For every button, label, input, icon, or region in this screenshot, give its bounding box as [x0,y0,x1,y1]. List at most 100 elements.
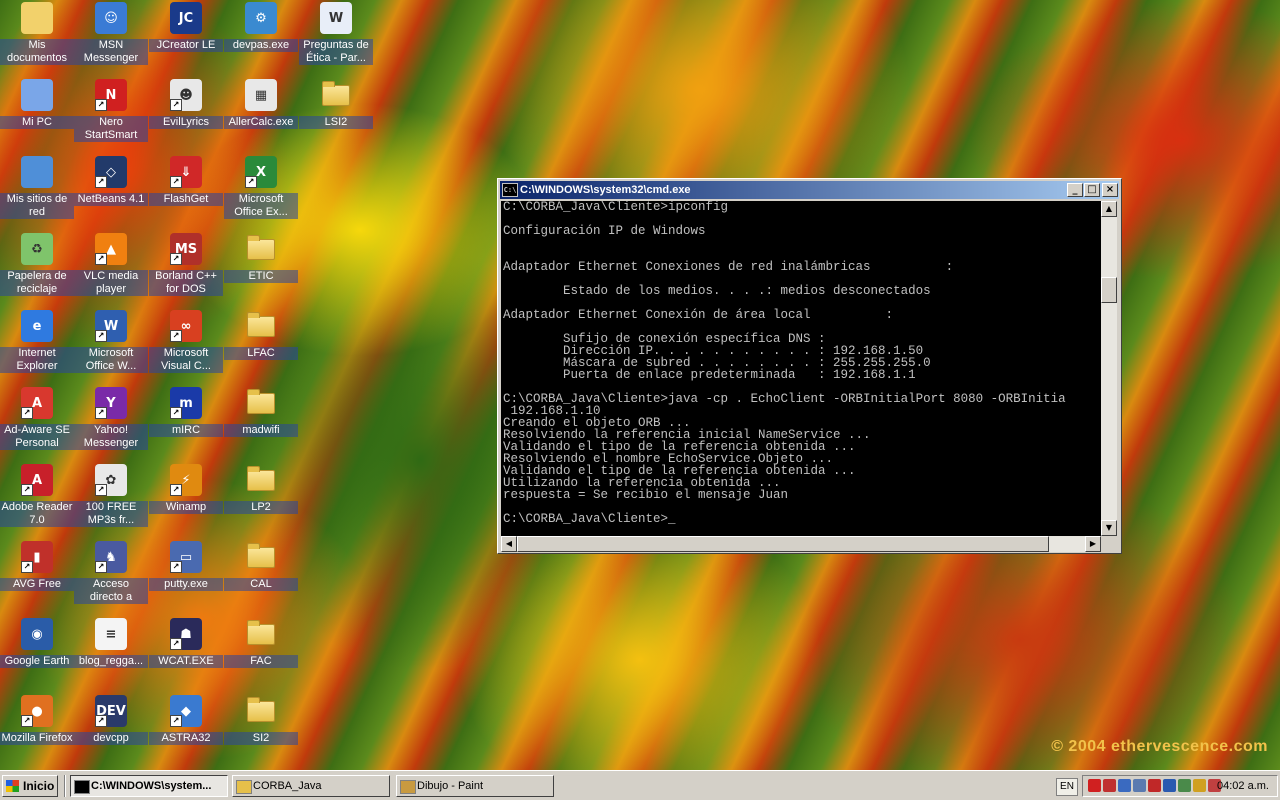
desktop-icon[interactable]: ✿ ↗ 100 FREE MP3s fr... [74,464,148,527]
desktop-icon-label: AllerCalc.exe [224,116,298,129]
desktop-icon[interactable]: MS ↗ Borland C++ for DOS [149,233,223,296]
language-indicator[interactable]: EN [1056,778,1078,796]
clock[interactable]: 04:02 a.m. [1217,776,1269,796]
shortcut-arrow-icon: ↗ [170,330,182,342]
desktop-icon[interactable]: A ↗ Adobe Reader 7.0 [0,464,74,527]
shortcut-arrow-icon: ↗ [170,561,182,573]
network-icon [21,156,53,188]
desktop-icon[interactable]: LSI2 [299,79,373,129]
shortcut-arrow-icon: ↗ [95,330,107,342]
za-icon[interactable] [1088,779,1101,792]
desktop-icon[interactable]: ▮ ↗ AVG Free [0,541,74,591]
computer-icon [21,79,53,111]
scroll-right-arrow-icon[interactable]: ▶ [1085,536,1101,552]
desktop-icon[interactable]: Mis documentos [0,2,74,65]
scroll-down-arrow-icon[interactable]: ▼ [1101,520,1117,536]
desktop-icon[interactable]: A ↗ Ad-Aware SE Personal [0,387,74,450]
desktop-icon[interactable]: W Preguntas de Ética - Par... [299,2,373,65]
desktop-icon[interactable]: Y ↗ Yahoo! Messenger [74,387,148,450]
desktop-icon[interactable]: Mi PC [0,79,74,129]
desktop-icon[interactable]: ▭ ↗ putty.exe [149,541,223,591]
minimize-button[interactable]: _ [1067,183,1083,197]
desktop-icon-label: 100 FREE MP3s fr... [74,501,148,527]
close-button[interactable]: × [1102,183,1118,197]
taskbar: Inicio C:\WINDOWS\system... CORBA_Java Dib… [0,770,1280,800]
desktop-icon[interactable]: ☗ ↗ WCAT.EXE [149,618,223,668]
mirc-icon: m ↗ [170,387,202,419]
scroll-thumb[interactable] [1101,277,1117,303]
taskbar-button[interactable]: C:\WINDOWS\system... [70,775,228,797]
devcpp-icon: DEV ↗ [95,695,127,727]
console-output[interactable]: C:\CORBA_Java\Cliente>ipconfig Configurac… [501,201,1101,536]
adobe-reader-icon: A ↗ [21,464,53,496]
adaware-icon: A ↗ [21,387,53,419]
console-line: Puerta de enlace predeterminada : 192.16… [503,368,916,382]
desktop-icon[interactable]: FAC [224,618,298,668]
desktop-icon[interactable]: CAL [224,541,298,591]
flashget-icon: ⇓ ↗ [170,156,202,188]
desktop-icon[interactable]: ☺ MSN Messenger 7.5 [74,2,148,65]
desktop-icon[interactable]: Mis sitios de red [0,156,74,219]
taskbar-button-label: C:\WINDOWS\system... [91,780,212,792]
desktop-icon[interactable]: ∞ ↗ Microsoft Visual C... [149,310,223,373]
desktop-icon[interactable]: m ↗ mIRC [149,387,223,437]
folder-icon [245,541,277,573]
shield-icon[interactable] [1148,779,1161,792]
visual-c-icon: ∞ ↗ [170,310,202,342]
desktop-icon[interactable]: ⇓ ↗ FlashGet [149,156,223,206]
scroll-up-arrow-icon[interactable]: ▲ [1101,201,1117,217]
desktop-icon[interactable]: madwifi [224,387,298,437]
taskbar-button[interactable]: Dibujo - Paint [396,775,554,797]
desktop-icon[interactable]: ◉ Google Earth [0,618,74,668]
desktop-icon[interactable]: ⚡ ↗ Winamp [149,464,223,514]
scroll-left-arrow-icon[interactable]: ◀ [501,536,517,552]
devpas-icon: ⚙ [245,2,277,34]
network-icon[interactable] [1178,779,1191,792]
desktop-icon[interactable]: N ↗ Nero StartSmart [74,79,148,142]
desktop: Mis documentos Mi PC Mis sitios de red ♻ Pap… [0,0,1280,770]
desktop-icon[interactable]: LFAC [224,310,298,360]
search-icon[interactable] [1163,779,1176,792]
horizontal-scroll-thumb[interactable] [517,536,1049,552]
desktop-icon[interactable]: ▦ AllerCalc.exe [224,79,298,129]
desktop-icon[interactable]: e Internet Explorer [0,310,74,373]
desktop-icon[interactable]: ♻ Papelera de reciclaje [0,233,74,296]
desktop-icon[interactable]: JC JCreator LE [149,2,223,52]
desktop-icon[interactable]: DEV ↗ devcpp [74,695,148,745]
horizontal-scrollbar[interactable]: ◀ ▶ [501,536,1101,552]
desktop-icon[interactable]: ♞↗ Acceso directo a age2_x1.... [74,541,148,604]
desktop-icon-label: Mi PC [0,116,74,129]
monitor-icon[interactable] [1118,779,1131,792]
cmd-window[interactable]: C:\ C:\WINDOWS\system32\cmd.exe _ □ × C:… [497,178,1122,554]
shortcut-arrow-icon: ↗ [170,176,182,188]
avg-tray-icon[interactable] [1193,779,1206,792]
desktop-icon[interactable]: ● ↗ Mozilla Firefox [0,695,74,745]
connection-icon[interactable] [1133,779,1146,792]
folder-icon [245,387,277,419]
vertical-scrollbar[interactable]: ▲ ▼ [1101,201,1117,536]
desktop-icon[interactable]: ⚙ devpas.exe [224,2,298,52]
desktop-icon-label: devpas.exe [224,39,298,52]
desktop-icon[interactable]: SI2 [224,695,298,745]
desktop-icon[interactable]: ≡ blog_regga... [74,618,148,668]
desktop-icon[interactable]: ◇ ↗ NetBeans 4.1 [74,156,148,206]
maximize-button[interactable]: □ [1084,183,1100,197]
desktop-icon[interactable]: ETIC [224,233,298,283]
desktop-icon[interactable]: ◆ ↗ ASTRA32 [149,695,223,745]
word-icon: W ↗ [95,310,127,342]
desktop-icon[interactable]: ▲ ↗ VLC media player [74,233,148,296]
network-alert-icon[interactable] [1103,779,1116,792]
desktop-icon[interactable]: W ↗ Microsoft Office W... [74,310,148,373]
desktop-icon-label: Mozilla Firefox [0,732,74,745]
desktop-icon-label: Microsoft Office W... [74,347,148,373]
desktop-icon-label: putty.exe [149,578,223,591]
desktop-icon[interactable]: X ↗ Microsoft Office Ex... [224,156,298,219]
cmd-titlebar[interactable]: C:\ C:\WINDOWS\system32\cmd.exe _ □ × [500,181,1119,199]
shortcut-arrow-icon: ↗ [95,176,107,188]
start-button[interactable]: Inicio [2,775,58,797]
desktop-icon-label: SI2 [224,732,298,745]
desktop-icon[interactable]: LP2 [224,464,298,514]
taskbar-button[interactable]: CORBA_Java [232,775,390,797]
desktop-icon-label: madwifi [224,424,298,437]
desktop-icon[interactable]: ☻ ↗ EvilLyrics [149,79,223,129]
